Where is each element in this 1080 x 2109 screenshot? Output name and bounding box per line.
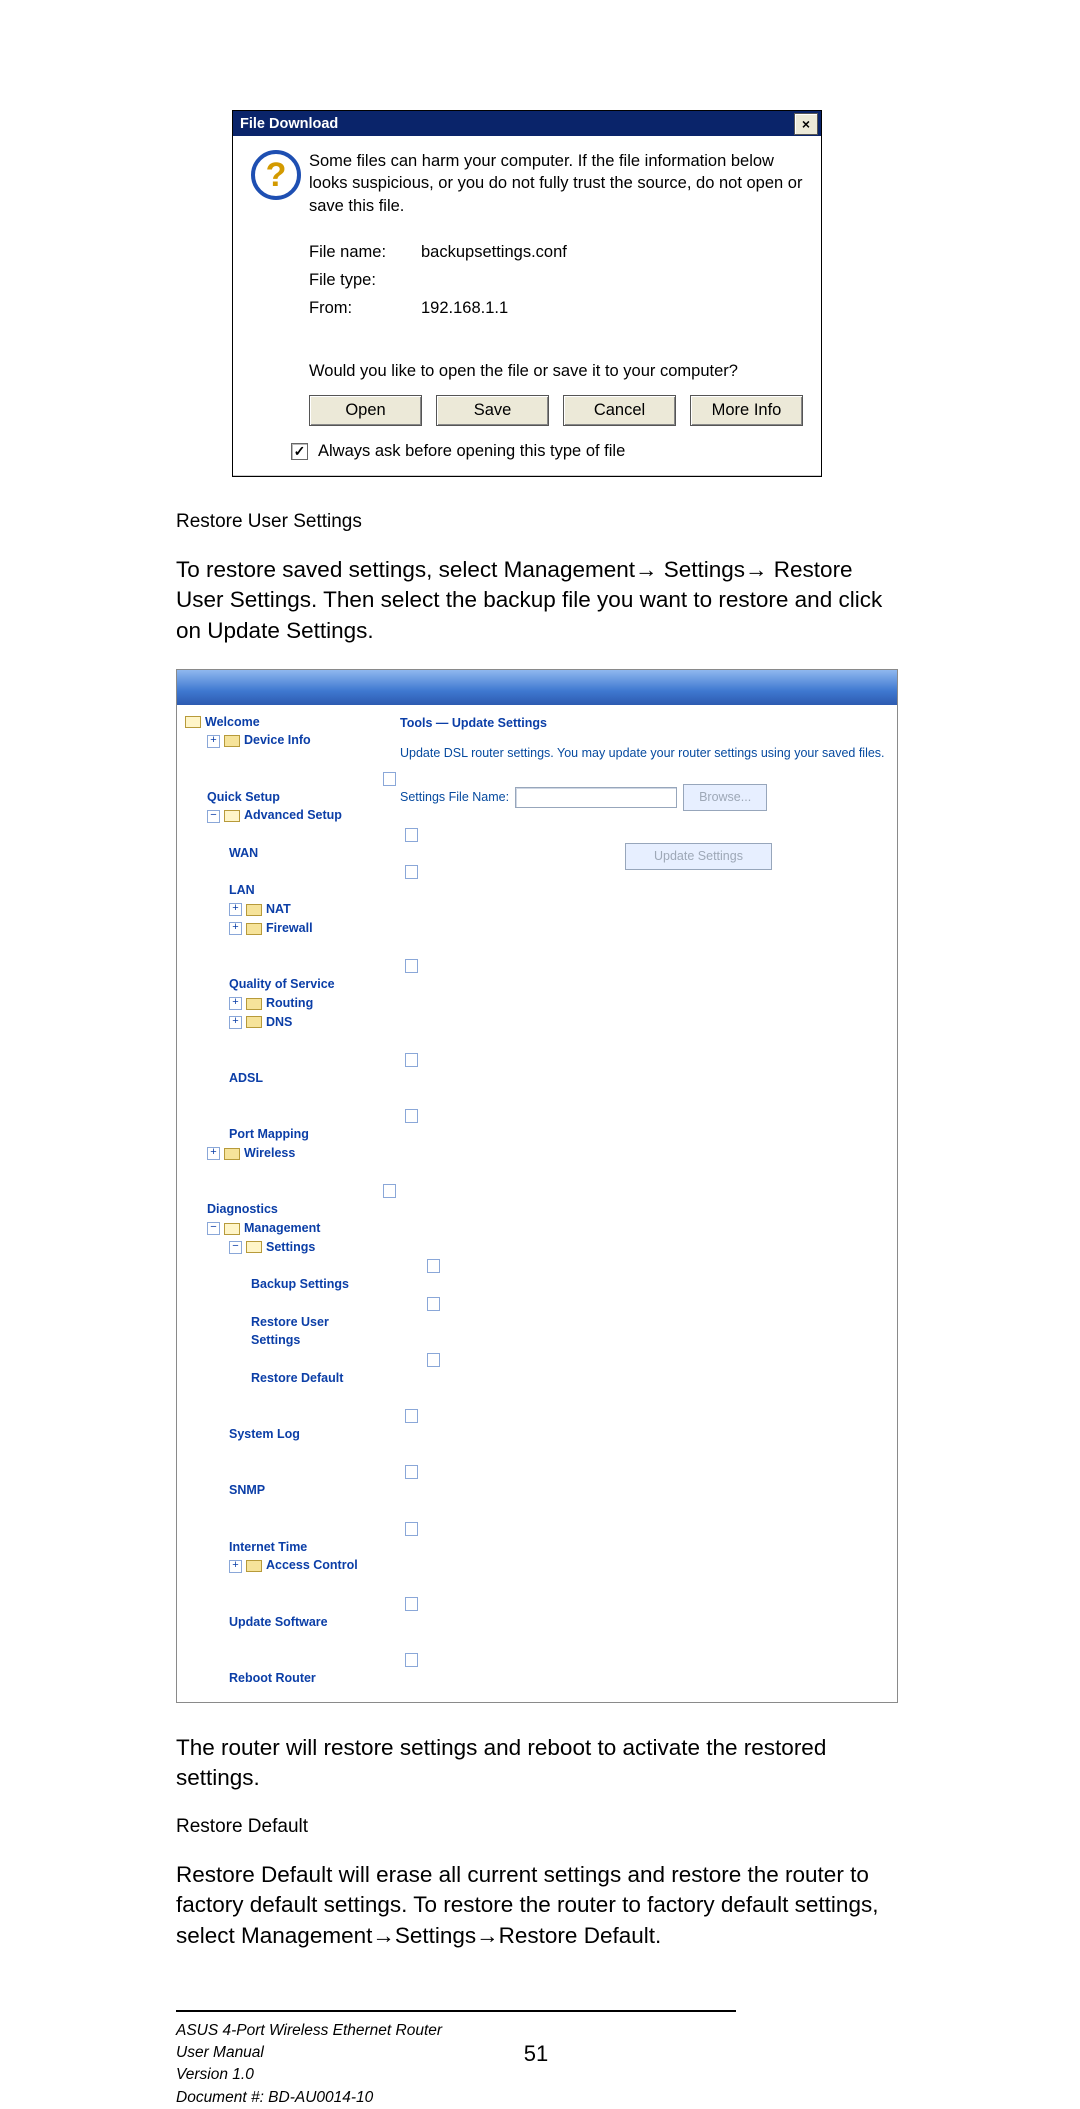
filename-value: backupsettings.conf	[421, 243, 567, 262]
tree-management[interactable]: −Management −Settings Backup Settings Re…	[207, 1219, 380, 1688]
restore-user-heading: Restore User Settings	[176, 511, 904, 533]
footer-line3: Version 1.0	[176, 2064, 442, 2086]
file-download-dialog: File Download × ? Some files can harm yo…	[232, 110, 822, 477]
dialog-titlebar: File Download ×	[233, 111, 821, 136]
save-button[interactable]: Save	[436, 395, 549, 426]
footer-line2: User Manual	[176, 2042, 442, 2064]
footer-separator	[176, 2010, 736, 2012]
tree-welcome[interactable]: Welcome +Device Info Quick Setup −Advanc…	[185, 713, 380, 1688]
dialog-body: ? Some files can harm your computer. If …	[233, 136, 821, 476]
from-label: From:	[309, 299, 421, 318]
tree-reboot-router[interactable]: Reboot Router	[229, 1631, 380, 1687]
after-router-body: The router will restore settings and reb…	[176, 1733, 904, 1794]
cancel-button[interactable]: Cancel	[563, 395, 676, 426]
dialog-question: Would you like to open the file or save …	[309, 362, 803, 381]
footer-line4: Document #: BD-AU0014-10	[176, 2087, 442, 2109]
restore-user-body: To restore saved settings, select Manage…	[176, 555, 904, 647]
always-ask-checkbox[interactable]: ✓	[291, 443, 308, 460]
warning-text: Some files can harm your computer. If th…	[309, 150, 803, 217]
open-button[interactable]: Open	[309, 395, 422, 426]
restore-default-body: Restore Default will erase all current s…	[176, 1860, 904, 1952]
router-nav-tree: Welcome +Device Info Quick Setup −Advanc…	[185, 713, 380, 1688]
filename-label: File name:	[309, 243, 421, 262]
filetype-label: File type:	[309, 271, 421, 290]
footer-line1: ASUS 4-Port Wireless Ethernet Router	[176, 2020, 442, 2042]
router-admin-screenshot: Welcome +Device Info Quick Setup −Advanc…	[176, 669, 898, 1703]
more-info-button[interactable]: More Info	[690, 395, 803, 426]
from-value: 192.168.1.1	[421, 299, 508, 318]
always-ask-label: Always ask before opening this type of f…	[318, 442, 625, 461]
restore-default-heading: Restore Default	[176, 1816, 904, 1838]
dialog-title: File Download	[240, 116, 794, 132]
close-icon[interactable]: ×	[794, 113, 818, 135]
question-icon: ?	[251, 150, 301, 200]
update-settings-button[interactable]: Update Settings	[625, 843, 772, 870]
browse-button[interactable]: Browse...	[683, 784, 767, 811]
